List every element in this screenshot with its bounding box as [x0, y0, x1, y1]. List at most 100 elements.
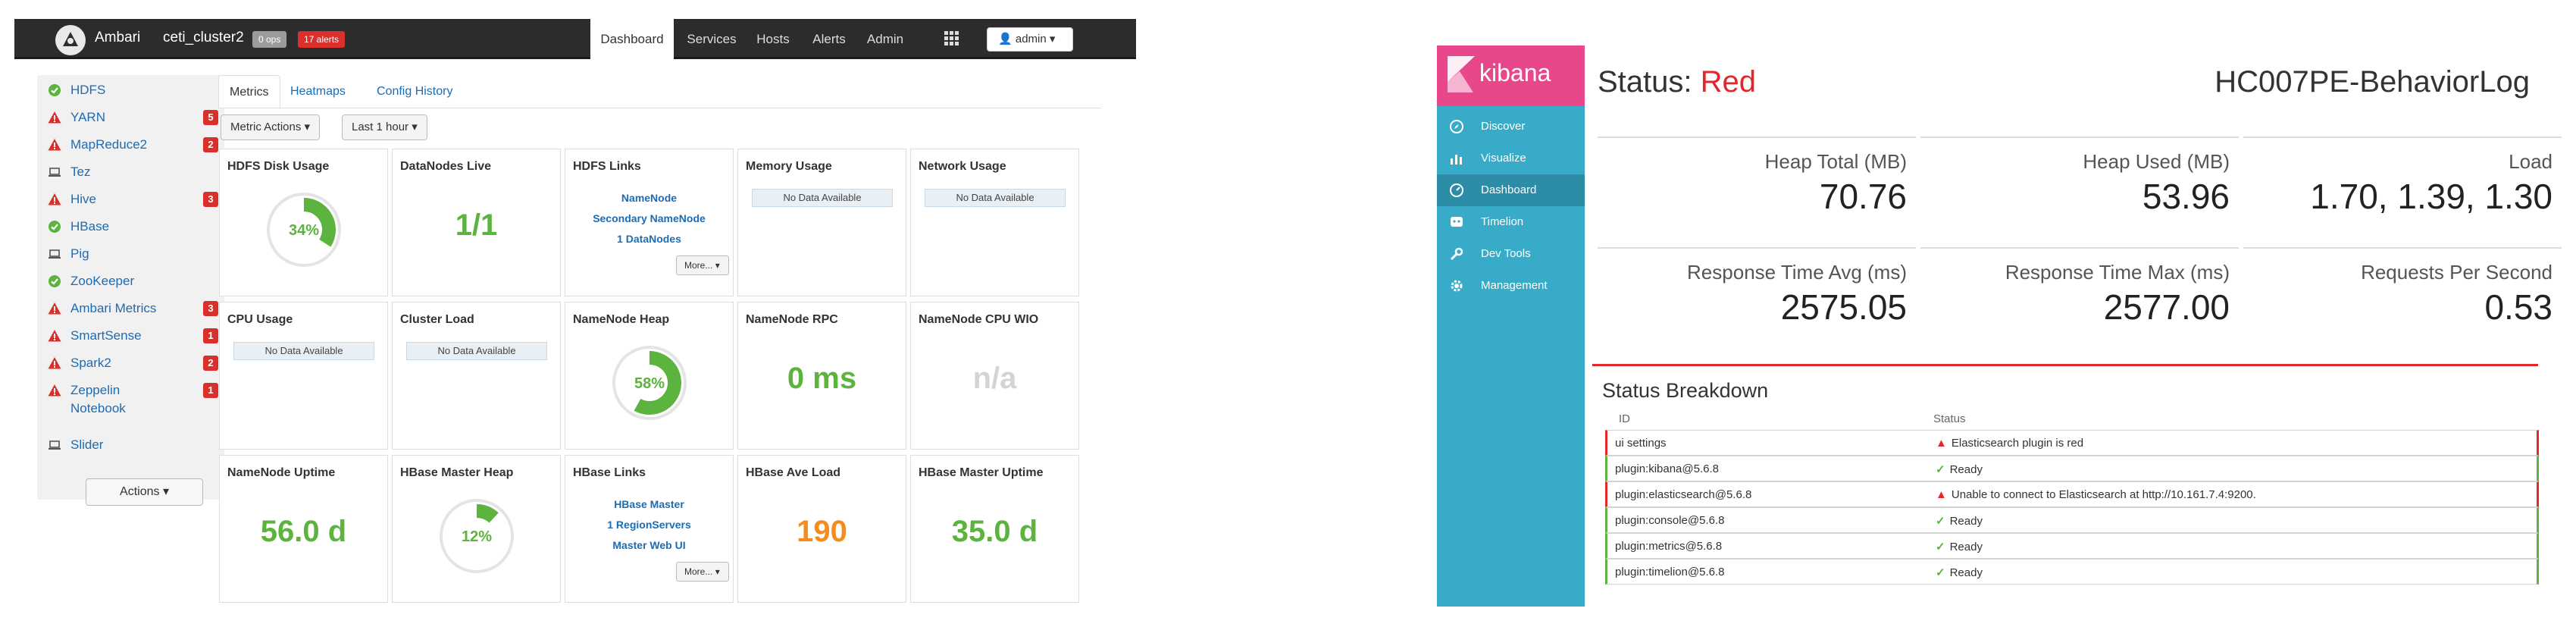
widget-namenode-heap[interactable]: NameNode Heap 58%	[565, 302, 734, 450]
widget-title: HBase Master Heap	[400, 466, 514, 479]
widget-hbase-master-heap[interactable]: HBase Master Heap 12%	[392, 455, 561, 603]
widget-title: CPU Usage	[227, 313, 293, 326]
service-name: Pig	[70, 246, 89, 261]
service-name: HBase	[70, 219, 110, 234]
metric-heap-used: Heap Used (MB) 53.96	[1920, 136, 2239, 235]
metric-label: Requests Per Second	[2361, 261, 2553, 284]
actions-label: Actions	[120, 485, 160, 498]
sidebar-item-hbase[interactable]: HBase	[48, 218, 218, 236]
metric-load: Load 1.70, 1.39, 1.30	[2243, 136, 2562, 235]
warning-icon: ▲	[1936, 488, 1947, 501]
sidebar-item-slider[interactable]: Slider	[48, 436, 218, 454]
tab-config-history[interactable]: Config History	[366, 75, 463, 108]
row-status: ✓ Ready	[1936, 463, 1983, 476]
sidebar-item-hdfs[interactable]: HDFS	[48, 81, 218, 99]
actions-button[interactable]: Actions ▾	[86, 478, 203, 506]
metric-actions-dropdown[interactable]: Metric Actions ▾	[221, 114, 321, 140]
admin-dropdown-button[interactable]: 👤 admin ▾	[987, 27, 1073, 52]
widget-network-usage[interactable]: Network Usage No Data Available	[910, 149, 1079, 296]
widget-title: HDFS Links	[573, 160, 641, 173]
nav-admin[interactable]: Admin	[859, 19, 912, 59]
widget-namenode-cpu-wio[interactable]: NameNode CPU WIO n/a	[910, 302, 1079, 450]
nav-services[interactable]: Services	[680, 19, 743, 59]
column-header-id[interactable]: ID	[1619, 412, 1630, 425]
service-name: MapReduce2	[70, 137, 148, 152]
alert-count-badge: 5	[203, 110, 218, 125]
user-icon: 👤	[998, 33, 1013, 45]
check-icon: ✓	[1936, 541, 1945, 553]
widget-datanodes-live[interactable]: DataNodes Live 1/1	[392, 149, 561, 296]
widget-title: Memory Usage	[746, 160, 832, 173]
nav-dev-tools[interactable]: Dev Tools	[1437, 238, 1585, 270]
gear-icon	[1451, 280, 1463, 292]
tab-heatmaps[interactable]: Heatmaps	[280, 75, 356, 108]
ops-badge[interactable]: 0 ops	[252, 31, 287, 48]
nav-visualize[interactable]: Visualize	[1437, 143, 1585, 174]
laptop-icon	[49, 249, 61, 259]
sidebar-item-tez[interactable]: Tez	[48, 163, 218, 181]
widget-memory-usage[interactable]: Memory Usage No Data Available	[737, 149, 906, 296]
warning-icon	[48, 384, 61, 397]
ambari-logo-icon[interactable]	[55, 25, 86, 55]
kibana-logo-icon	[1448, 56, 1475, 92]
link-datanodes[interactable]: 1 DataNodes	[565, 233, 733, 245]
grid-menu-icon[interactable]	[944, 31, 959, 50]
more-label: More...	[684, 566, 713, 577]
table-row: plugin:kibana@5.6.8 ✓ Ready	[1605, 456, 2539, 481]
sidebar-item-hive[interactable]: Hive 3	[48, 190, 218, 208]
sidebar-item-zeppelin[interactable]: Zeppelin 1 Notebook	[48, 381, 218, 415]
sidebar-item-spark2[interactable]: Spark2 2	[48, 354, 218, 372]
tab-metrics[interactable]: Metrics	[218, 75, 280, 108]
more-dropdown[interactable]: More... ▾	[676, 562, 729, 582]
nav-dashboard[interactable]: Dashboard	[590, 19, 674, 59]
kibana-logo[interactable]: kibana	[1437, 45, 1585, 106]
link-master-web-ui[interactable]: Master Web UI	[565, 539, 733, 551]
sidebar-item-smartsense[interactable]: SmartSense 1	[48, 327, 218, 345]
link-secondary-namenode[interactable]: Secondary NameNode	[565, 212, 733, 224]
widget-hbase-ave-load[interactable]: HBase Ave Load 190	[737, 455, 906, 603]
widget-title: HBase Links	[573, 466, 646, 479]
sidebar-item-ambari-metrics[interactable]: Ambari Metrics 3	[48, 299, 218, 318]
time-range-dropdown[interactable]: Last 1 hour ▾	[342, 114, 427, 140]
nav-dashboard[interactable]: Dashboard	[1437, 174, 1585, 206]
brand-name[interactable]: Ambari	[95, 30, 140, 46]
sidebar-item-zookeeper[interactable]: ZooKeeper	[48, 272, 218, 290]
nav-discover[interactable]: Discover	[1437, 111, 1585, 143]
nav-management[interactable]: Management	[1437, 270, 1585, 302]
ambari-dashboard: Ambari ceti_cluster2 0 ops 17 alerts Das…	[14, 19, 1136, 607]
alert-count-badge: 3	[203, 301, 218, 316]
warning-icon	[48, 193, 61, 205]
service-name: ZooKeeper	[70, 274, 135, 288]
widget-cpu-usage[interactable]: CPU Usage No Data Available	[219, 302, 388, 450]
table-row: plugin:timelion@5.6.8 ✓ Ready	[1605, 559, 2539, 585]
datanodes-value: 1/1	[455, 208, 498, 242]
column-header-status[interactable]: Status	[1933, 412, 1966, 425]
namenode-heap-donut: 58%	[612, 346, 687, 420]
widget-hdfs-disk-usage[interactable]: HDFS Disk Usage 34%	[219, 149, 388, 296]
sidebar-item-mapreduce2[interactable]: MapReduce2 2	[48, 136, 218, 154]
metric-actions-label: Metric Actions	[230, 121, 302, 133]
wrench-icon	[1450, 247, 1463, 261]
nav-timelion[interactable]: Timelion	[1437, 206, 1585, 238]
nav-label: Dev Tools	[1481, 247, 1531, 260]
more-dropdown[interactable]: More... ▾	[676, 256, 729, 275]
kibana-sidebar: kibana Discover Visualize Dashboard Timelio…	[1437, 45, 1585, 607]
alerts-badge[interactable]: 17 alerts	[298, 31, 346, 48]
widget-namenode-rpc[interactable]: NameNode RPC 0 ms	[737, 302, 906, 450]
link-regionservers[interactable]: 1 RegionServers	[565, 519, 733, 531]
widget-namenode-uptime[interactable]: NameNode Uptime 56.0 d	[219, 455, 388, 603]
widget-cluster-load[interactable]: Cluster Load No Data Available	[392, 302, 561, 450]
nav-hosts[interactable]: Hosts	[747, 19, 800, 59]
widget-title: NameNode CPU WIO	[919, 313, 1039, 326]
cluster-name[interactable]: ceti_cluster2	[163, 30, 244, 46]
service-name: Spark2	[70, 356, 111, 370]
widget-hbase-master-uptime[interactable]: HBase Master Uptime 35.0 d	[910, 455, 1079, 603]
no-data-label: No Data Available	[752, 189, 893, 207]
link-hbase-master[interactable]: HBase Master	[565, 498, 733, 510]
hbase-heap-percent: 12%	[462, 528, 492, 545]
link-namenode[interactable]: NameNode	[565, 192, 733, 204]
nav-alerts[interactable]: Alerts	[803, 19, 856, 59]
sidebar-item-yarn[interactable]: YARN 5	[48, 108, 218, 127]
sidebar-item-pig[interactable]: Pig	[48, 245, 218, 263]
nav-label: Discover	[1481, 120, 1526, 133]
